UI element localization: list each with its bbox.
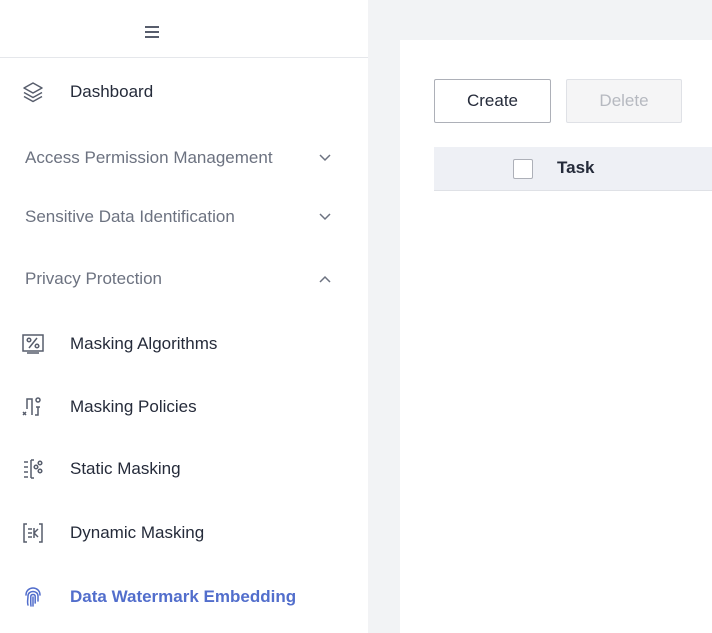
hamburger-icon[interactable] xyxy=(145,26,159,38)
sidebar-group-sensitive-data-identification[interactable]: Sensitive Data Identification xyxy=(0,197,368,237)
sidebar-item-label: Static Masking xyxy=(70,459,181,478)
column-header-task[interactable]: Task xyxy=(557,158,595,178)
chevron-down-icon xyxy=(318,210,332,224)
layers-icon xyxy=(20,79,46,105)
content-card xyxy=(400,40,712,633)
sidebar-toggle[interactable] xyxy=(0,0,368,58)
masking-policies-icon xyxy=(20,394,46,420)
sidebar-item-label: Masking Policies xyxy=(70,397,197,416)
sidebar-group-label: Sensitive Data Identification xyxy=(25,207,235,226)
sidebar-item-dynamic-masking[interactable]: Dynamic Masking xyxy=(0,513,368,553)
select-all-checkbox[interactable] xyxy=(513,159,533,179)
sidebar-group-access-permission-management[interactable]: Access Permission Management xyxy=(0,138,368,178)
sidebar-item-dashboard[interactable]: Dashboard xyxy=(0,72,368,112)
chevron-up-icon xyxy=(318,272,332,286)
chevron-down-icon xyxy=(318,151,332,165)
fingerprint-icon xyxy=(20,584,46,610)
dynamic-masking-icon xyxy=(20,520,46,546)
percent-box-icon xyxy=(20,331,46,357)
sidebar-item-label: Data Watermark Embedding xyxy=(70,587,297,606)
sidebar-item-masking-algorithms[interactable]: Masking Algorithms xyxy=(0,324,368,364)
sidebar: Dashboard Access Permission Management S… xyxy=(0,0,368,633)
delete-button[interactable]: Delete xyxy=(566,79,682,123)
sidebar-item-label: Dashboard xyxy=(70,82,154,101)
sidebar-item-static-masking[interactable]: Static Masking xyxy=(0,449,368,489)
sidebar-group-label: Access Permission Management xyxy=(25,148,273,167)
static-masking-icon xyxy=(20,456,46,482)
sidebar-item-data-watermark-embedding[interactable]: Data Watermark Embedding xyxy=(0,577,368,617)
sidebar-item-label: Dynamic Masking xyxy=(70,523,205,542)
sidebar-group-privacy-protection[interactable]: Privacy Protection xyxy=(0,259,368,299)
sidebar-item-label: Masking Algorithms xyxy=(70,334,218,353)
sidebar-item-masking-policies[interactable]: Masking Policies xyxy=(0,387,368,427)
sidebar-group-label: Privacy Protection xyxy=(25,269,162,288)
create-button[interactable]: Create xyxy=(434,79,551,123)
